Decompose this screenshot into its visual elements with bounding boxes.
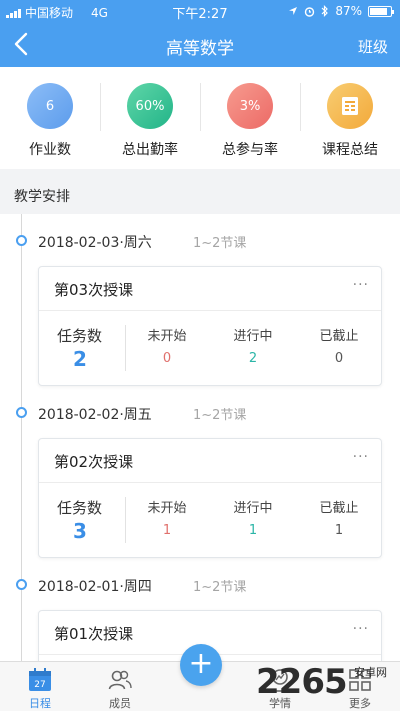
status-value-in-progress: 2	[248, 351, 258, 366]
stat-label: 总出勤率	[122, 142, 178, 158]
tab-label: 日程	[29, 697, 51, 710]
divider	[39, 310, 381, 311]
session-title: 第01次授课	[54, 625, 134, 643]
members-icon	[108, 670, 132, 690]
watermark: 2265 安卓网	[256, 662, 400, 711]
calendar-day: 27	[34, 680, 45, 690]
timeline[interactable]: 2018-02-03·周六 1~2节课 第03次授课 ··· 任务数 2 未开始…	[0, 214, 400, 661]
stat-label: 总参与率	[222, 142, 278, 158]
session-card[interactable]: 第02次授课 ··· 任务数 3 未开始 进行中 已截止 1 1 1	[38, 438, 382, 558]
stats-row: 6 作业数 60% 总出勤率 3% 总参与率 课程总结	[0, 67, 400, 169]
status-value-not-started: 0	[162, 351, 172, 366]
timeline-line	[21, 214, 22, 661]
bluetooth-icon	[321, 5, 329, 17]
attendance-badge: 60%	[127, 83, 173, 129]
nav-bar: 高等数学 班级	[0, 22, 400, 67]
watermark-site: 安卓网	[354, 666, 387, 679]
battery-percent: 87%	[335, 4, 362, 18]
calendar-icon: 27	[29, 668, 51, 691]
session-period: 1~2节课	[193, 408, 247, 423]
document-icon	[342, 97, 358, 115]
status-value-ended: 1	[334, 523, 344, 538]
more-options-icon[interactable]: ···	[353, 621, 369, 637]
alarm-icon	[305, 6, 315, 17]
participation-badge: 3%	[227, 83, 273, 129]
watermark-number: 2265	[256, 662, 348, 702]
tab-members[interactable]: 成员	[80, 662, 160, 711]
class-button[interactable]: 班级	[358, 36, 388, 57]
status-bar: 中国移动 4G 下午2:27 87%	[0, 0, 400, 22]
section-title: 教学安排	[14, 189, 70, 205]
task-count-label: 任务数	[57, 499, 103, 517]
status-label-ended: 已截止	[319, 501, 359, 516]
course-summary-badge	[327, 83, 373, 129]
timeline-dot	[16, 235, 27, 246]
battery-icon	[368, 5, 394, 17]
session-date: 2018-02-02·周五	[38, 407, 152, 423]
status-label-in-progress: 进行中	[233, 329, 273, 344]
location-icon	[289, 7, 298, 15]
session-title: 第03次授课	[54, 281, 134, 299]
stat-homework-count[interactable]: 6 作业数	[0, 67, 100, 169]
more-options-icon[interactable]: ···	[353, 449, 369, 465]
status-value-not-started: 1	[162, 523, 172, 538]
status-label-ended: 已截止	[319, 329, 359, 344]
section-header: 教学安排	[0, 176, 400, 214]
tab-label: 成员	[109, 697, 131, 710]
task-count-label: 任务数	[57, 327, 103, 345]
session-title: 第02次授课	[54, 453, 134, 471]
session-date: 2018-02-01·周四	[38, 579, 152, 595]
session-period: 1~2节课	[193, 580, 247, 595]
more-options-icon[interactable]: ···	[353, 277, 369, 293]
tab-schedule[interactable]: 27 日程	[0, 662, 80, 711]
timeline-dot	[16, 407, 27, 418]
timeline-dot	[16, 579, 27, 590]
top-bar: 中国移动 4G 下午2:27 87% 高等数学 班级	[0, 0, 400, 67]
stat-course-summary[interactable]: 课程总结	[300, 67, 400, 169]
task-count: 2	[73, 347, 87, 371]
page-title: 高等数学	[166, 39, 234, 59]
stat-attendance[interactable]: 60% 总出勤率	[100, 67, 200, 169]
stat-participation[interactable]: 3% 总参与率	[200, 67, 300, 169]
status-label-not-started: 未开始	[147, 501, 187, 516]
session-date: 2018-02-03·周六	[38, 235, 152, 251]
divider	[39, 482, 381, 483]
status-value-in-progress: 1	[248, 523, 258, 538]
stat-label: 作业数	[29, 142, 71, 158]
status-value-ended: 0	[334, 351, 344, 366]
stat-label: 课程总结	[322, 142, 378, 158]
session-period: 1~2节课	[193, 236, 247, 251]
session-card[interactable]: 第03次授课 ··· 任务数 2 未开始 进行中 已截止 0 2 0	[38, 266, 382, 386]
homework-count-badge: 6	[27, 83, 73, 129]
status-label-not-started: 未开始	[147, 329, 187, 344]
status-label-in-progress: 进行中	[233, 501, 273, 516]
task-count: 3	[73, 519, 87, 543]
add-button[interactable]: +	[180, 644, 222, 686]
